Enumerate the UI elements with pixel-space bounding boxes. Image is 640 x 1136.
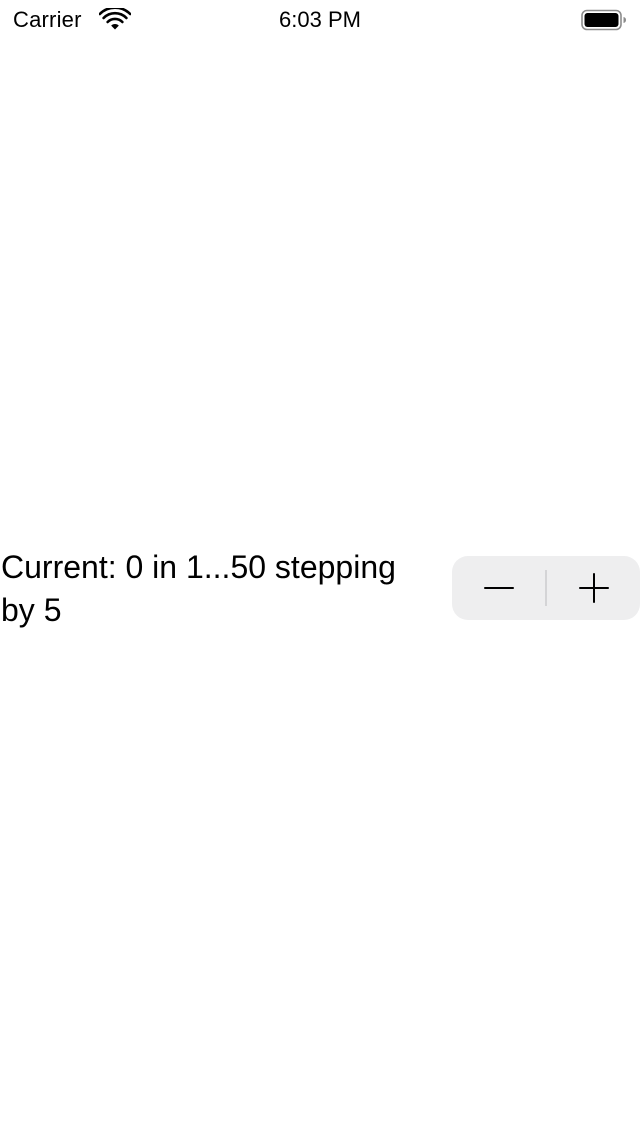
stepper-value-label: Current: 0 in 1...50 stepping by 5 xyxy=(1,549,396,628)
plus-icon xyxy=(578,573,609,603)
value-stepper xyxy=(452,556,640,620)
battery-icon xyxy=(581,9,626,31)
increment-button[interactable] xyxy=(547,556,640,620)
status-time: 6:03 PM xyxy=(279,7,361,32)
decrement-button[interactable] xyxy=(452,556,545,620)
minus-icon xyxy=(483,587,514,589)
status-bar: Carrier 6:03 PM xyxy=(0,0,640,40)
screen: Carrier 6:03 PM Current: 0 in 1...50 ste… xyxy=(0,0,640,1136)
